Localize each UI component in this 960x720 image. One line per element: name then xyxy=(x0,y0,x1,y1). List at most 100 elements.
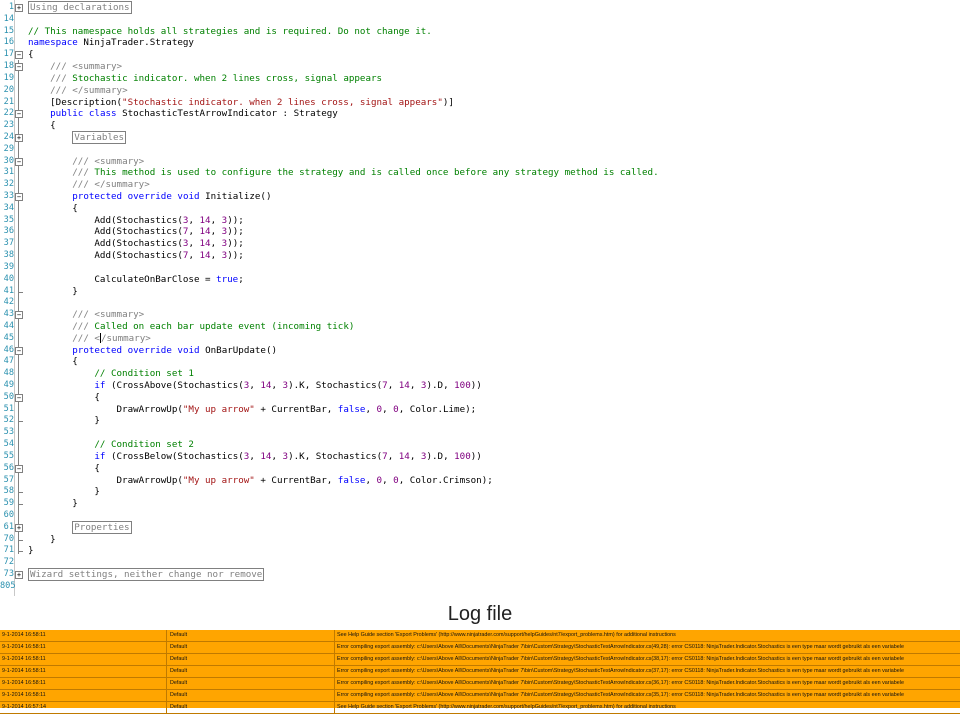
expand-region-icon[interactable]: + xyxy=(15,523,23,532)
code-line[interactable]: 59 } xyxy=(0,498,668,510)
code-text[interactable]: Properties xyxy=(28,520,132,534)
code-text[interactable]: Add(Stochastics(3, 14, 3)); xyxy=(28,238,243,250)
code-text[interactable]: { xyxy=(28,49,34,61)
code-line[interactable]: 40 CalculateOnBarClose = true; xyxy=(0,274,668,286)
code-text[interactable]: /// </summary> xyxy=(28,333,151,345)
code-line[interactable]: 15 // This namespace holds all strategies… xyxy=(0,26,668,38)
code-text[interactable]: } xyxy=(28,498,78,510)
code-text[interactable]: DrawArrowUp("My up arrow" + CurrentBar, … xyxy=(28,475,493,487)
code-line[interactable]: 60 xyxy=(0,510,668,522)
code-text[interactable]: { xyxy=(28,356,78,368)
code-text[interactable]: /// Stochastic indicator. when 2 lines c… xyxy=(28,73,382,85)
collapse-region-icon[interactable]: − xyxy=(15,51,23,60)
code-text[interactable]: /// <summary> xyxy=(28,61,122,73)
code-text[interactable]: { xyxy=(28,463,100,475)
code-line[interactable]: 71} xyxy=(0,545,668,557)
code-line[interactable]: 50− { xyxy=(0,392,668,404)
code-text[interactable]: Using declarations xyxy=(28,1,132,14)
collapse-region-icon[interactable]: − xyxy=(15,346,23,355)
collapse-region-icon[interactable]: − xyxy=(15,110,23,119)
code-text[interactable]: Add(Stochastics(7, 14, 3)); xyxy=(28,226,243,238)
log-row[interactable]: 9-1-2014 16:58:11 Default See Help Guide s… xyxy=(0,630,960,642)
code-text[interactable]: // Condition set 2 xyxy=(28,439,194,451)
code-text[interactable]: { xyxy=(28,203,78,215)
code-line[interactable]: 49 if (CrossAbove(Stochastics(3, 14, 3).… xyxy=(0,380,668,392)
code-line[interactable]: 45 /// </summary> xyxy=(0,333,668,345)
log-row[interactable]: 9-1-2014 16:58:11 Default Error compiling … xyxy=(0,654,960,666)
code-text[interactable]: { xyxy=(28,120,56,132)
code-text[interactable]: Variables xyxy=(28,130,127,144)
code-line[interactable]: 48 // Condition set 1 xyxy=(0,368,668,380)
code-text[interactable]: /// <summary> xyxy=(28,156,144,168)
code-line[interactable]: 31 /// This method is used to configure … xyxy=(0,167,668,179)
code-line[interactable]: 36 Add(Stochastics(7, 14, 3)); xyxy=(0,226,668,238)
code-line[interactable]: 58 } xyxy=(0,486,668,498)
collapsed-region-label[interactable]: Using declarations xyxy=(28,1,132,14)
code-text[interactable]: namespace NinjaTrader.Strategy xyxy=(28,37,194,49)
code-line[interactable]: 53 xyxy=(0,427,668,439)
code-line[interactable]: 37 Add(Stochastics(3, 14, 3)); xyxy=(0,238,668,250)
log-row[interactable]: 9-1-2014 16:58:11 Default Error compiling … xyxy=(0,690,960,702)
code-text[interactable]: if (CrossBelow(Stochastics(3, 14, 3).K, … xyxy=(28,451,481,463)
code-text[interactable]: // This namespace holds all strategies a… xyxy=(28,26,432,38)
code-line[interactable]: 19 /// Stochastic indicator. when 2 line… xyxy=(0,73,668,85)
code-text[interactable]: public class StochasticTestArrowIndicato… xyxy=(28,108,338,120)
code-line[interactable]: 73 + Wizard settings, neither change nor r… xyxy=(0,568,668,581)
code-line[interactable]: 34 { xyxy=(0,203,668,215)
code-line[interactable]: 33− protected override void Initialize() xyxy=(0,191,668,203)
code-line[interactable]: 38 Add(Stochastics(7, 14, 3)); xyxy=(0,250,668,262)
code-line[interactable]: 55 if (CrossBelow(Stochastics(3, 14, 3).… xyxy=(0,451,668,463)
code-text[interactable]: } xyxy=(28,545,34,557)
code-text[interactable]: /// </summary> xyxy=(28,179,149,191)
code-line[interactable]: 46− protected override void OnBarUpdate(… xyxy=(0,345,668,357)
collapse-region-icon[interactable]: − xyxy=(15,63,23,72)
expand-region-icon[interactable]: + xyxy=(15,4,23,12)
code-line[interactable]: 57 DrawArrowUp("My up arrow" + CurrentBa… xyxy=(0,475,668,487)
code-text[interactable]: } xyxy=(28,415,100,427)
code-lines[interactable]: 1 + Using declarations 14 15// This namespac… xyxy=(0,1,668,593)
code-text[interactable]: } xyxy=(28,286,78,298)
code-text[interactable]: } xyxy=(28,486,100,498)
code-line[interactable]: 21 [Description("Stochastic indicator. w… xyxy=(0,97,668,109)
log-grid[interactable]: 9-1-2014 16:58:11 Default See Help Guide s… xyxy=(0,630,960,714)
code-line[interactable]: 41 } xyxy=(0,285,668,298)
code-line[interactable]: 18− /// <summary> xyxy=(0,61,668,73)
code-line[interactable]: 14 xyxy=(0,14,668,26)
code-line[interactable]: 805 xyxy=(0,581,668,593)
code-line[interactable]: 56− { xyxy=(0,463,668,475)
code-line[interactable]: 44 /// Called on each bar update event (… xyxy=(0,321,668,333)
code-text[interactable]: protected override void OnBarUpdate() xyxy=(28,345,277,357)
code-line[interactable]: 52 } xyxy=(0,415,668,427)
code-text[interactable]: protected override void Initialize() xyxy=(28,191,271,203)
code-text[interactable]: Wizard settings, neither change nor remo… xyxy=(28,568,265,581)
code-text[interactable]: CalculateOnBarClose = true; xyxy=(28,274,243,286)
collapsed-region-label[interactable]: Properties xyxy=(72,520,132,534)
code-text[interactable]: /// <summary> xyxy=(28,309,144,321)
code-text[interactable]: // Condition set 1 xyxy=(28,368,194,380)
code-line[interactable]: 24 + Variables xyxy=(0,130,668,144)
code-editor[interactable]: 1 + Using declarations 14 15// This namespac… xyxy=(0,0,668,596)
code-text[interactable]: /// This method is used to configure the… xyxy=(28,167,658,179)
code-text[interactable]: [Description("Stochastic indicator. when… xyxy=(28,97,454,109)
collapse-region-icon[interactable]: − xyxy=(15,393,23,402)
log-row[interactable]: 9-1-2014 16:58:11 Default Error compiling … xyxy=(0,678,960,690)
expand-region-icon[interactable]: + xyxy=(15,133,23,142)
code-line[interactable]: 51 DrawArrowUp("My up arrow" + CurrentBa… xyxy=(0,404,668,416)
code-text[interactable]: /// Called on each bar update event (inc… xyxy=(28,321,354,333)
collapse-region-icon[interactable]: − xyxy=(15,157,23,166)
code-line[interactable]: 22− public class StochasticTestArrowIndi… xyxy=(0,108,668,120)
code-line[interactable]: 17−{ xyxy=(0,49,668,61)
code-line[interactable]: 1 + Using declarations xyxy=(0,1,668,14)
code-text[interactable]: if (CrossAbove(Stochastics(3, 14, 3).K, … xyxy=(28,380,481,392)
code-line[interactable]: 35 Add(Stochastics(3, 14, 3)); xyxy=(0,215,668,227)
collapsed-region-label[interactable]: Variables xyxy=(72,130,127,144)
collapse-region-icon[interactable]: − xyxy=(15,464,23,473)
code-text[interactable]: /// </summary> xyxy=(28,85,127,97)
log-row[interactable]: 9-1-2014 16:58:11 Default Error compiling … xyxy=(0,642,960,654)
collapse-region-icon[interactable]: − xyxy=(15,193,23,201)
code-text[interactable]: DrawArrowUp("My up arrow" + CurrentBar, … xyxy=(28,404,477,416)
code-line[interactable]: 42 xyxy=(0,297,668,309)
collapsed-region-label[interactable]: Wizard settings, neither change nor remo… xyxy=(28,568,265,581)
log-row[interactable]: 9-1-2014 16:58:11 Default Error compiling … xyxy=(0,666,960,678)
code-line[interactable]: 32 /// </summary> xyxy=(0,179,668,191)
